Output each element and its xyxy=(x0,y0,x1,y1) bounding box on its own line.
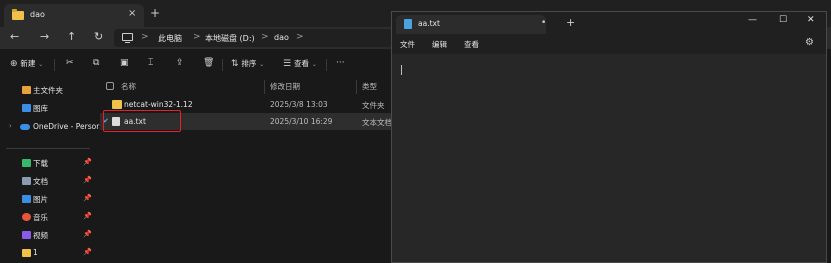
sidebar-item-folder-1[interactable]: 1 📌 xyxy=(0,245,92,261)
toolbar-divider xyxy=(54,59,55,71)
notepad-icon xyxy=(404,19,412,29)
folder-icon xyxy=(112,100,122,109)
gear-icon[interactable]: ⚙ xyxy=(805,37,814,48)
column-divider[interactable] xyxy=(356,80,357,94)
up-arrow-icon[interactable]: ↑ xyxy=(67,30,76,43)
download-icon xyxy=(22,159,31,167)
column-header-type[interactable]: 类型 xyxy=(362,81,377,92)
chevron-right-icon: > xyxy=(141,32,149,42)
sidebar-divider xyxy=(6,148,90,149)
file-type: 文件夹 xyxy=(362,101,385,110)
folder-icon xyxy=(12,9,24,20)
more-options-button[interactable]: ··· xyxy=(336,58,345,68)
text-cursor xyxy=(401,65,402,75)
file-type: 文本文档 xyxy=(362,118,392,127)
file-modified: 2025/3/8 13:03 xyxy=(270,100,328,109)
chevron-right-icon: > xyxy=(193,32,201,42)
menu-edit[interactable]: 编辑 xyxy=(432,39,447,50)
chevron-down-icon: ⌄ xyxy=(311,61,317,68)
gallery-icon xyxy=(22,104,31,112)
rename-icon[interactable]: ⌶ xyxy=(148,58,153,68)
notepad-title-bar: aa.txt • + — ☐ ✕ xyxy=(392,12,826,34)
minimize-button[interactable]: — xyxy=(748,15,757,25)
refresh-icon[interactable]: ↻ xyxy=(94,30,103,43)
notepad-tab-title: aa.txt xyxy=(418,19,440,28)
column-header-modified[interactable]: 修改日期 xyxy=(270,81,300,92)
annotation-highlight-box xyxy=(103,110,181,132)
file-list: 名称 修改日期 类型 netcat-win32-1.12 2025/3/8 13… xyxy=(100,78,400,263)
sidebar-item-documents[interactable]: 文档 📌 xyxy=(0,173,92,189)
sidebar-item-gallery[interactable]: 图库 xyxy=(0,100,92,116)
cut-icon[interactable]: ✂ xyxy=(66,58,74,68)
home-icon xyxy=(22,86,31,94)
column-divider[interactable] xyxy=(264,80,265,94)
music-icon xyxy=(22,213,31,221)
pin-icon[interactable]: 📌 xyxy=(83,248,92,256)
pin-icon[interactable]: 📌 xyxy=(83,212,92,220)
pin-icon[interactable]: 📌 xyxy=(83,176,92,184)
notepad-tab[interactable]: aa.txt • xyxy=(396,15,546,34)
unsaved-dot-icon[interactable]: • xyxy=(541,18,546,28)
explorer-tab-title: dao xyxy=(30,10,45,19)
sidebar-item-downloads[interactable]: 下载 📌 xyxy=(0,155,92,171)
cloud-icon xyxy=(20,124,30,130)
notepad-window: aa.txt • + — ☐ ✕ 文件 编辑 查看 ⚙ xyxy=(391,11,827,263)
file-modified: 2025/3/10 16:29 xyxy=(270,117,333,126)
computer-icon xyxy=(122,33,133,43)
menu-file[interactable]: 文件 xyxy=(400,39,415,50)
explorer-tab[interactable]: dao × xyxy=(4,4,144,27)
copy-icon[interactable]: ⧉ xyxy=(93,58,99,68)
chevron-right-icon: > xyxy=(296,32,304,42)
notepad-menu-bar: 文件 编辑 查看 ⚙ xyxy=(392,34,826,54)
column-header-name[interactable]: 名称 xyxy=(121,81,136,92)
address-bar[interactable]: > 此电脑 > 本地磁盘 (D:) > dao > xyxy=(114,29,392,47)
breadcrumb-local-disk[interactable]: 本地磁盘 (D:) xyxy=(205,33,255,44)
sidebar-item-home[interactable]: 主文件夹 xyxy=(0,82,92,98)
navigation-pane: 主文件夹 图库 › OneDrive - Persor 下载 📌 文档 📌 图片… xyxy=(0,78,99,263)
sidebar-item-music[interactable]: 音乐 📌 xyxy=(0,209,92,225)
sidebar-item-videos[interactable]: 视频 📌 xyxy=(0,227,92,243)
back-arrow-icon[interactable]: ← xyxy=(10,30,19,43)
breadcrumb-dao[interactable]: dao xyxy=(274,33,289,42)
video-icon xyxy=(22,231,31,239)
document-icon xyxy=(22,177,31,185)
toolbar-divider xyxy=(222,59,223,71)
select-all-checkbox[interactable] xyxy=(106,82,114,90)
toolbar-divider xyxy=(326,59,327,71)
chevron-down-icon: ⌄ xyxy=(38,61,44,68)
new-button[interactable]: ⊕ 新建 ⌄ xyxy=(10,58,43,69)
chevron-right-icon: > xyxy=(261,32,269,42)
view-icon: ☰ xyxy=(283,59,292,69)
new-tab-button[interactable]: + xyxy=(150,6,160,20)
sort-button[interactable]: ⇅ 排序 ⌄ xyxy=(231,58,264,69)
close-tab-button[interactable]: × xyxy=(128,8,136,19)
pin-icon[interactable]: 📌 xyxy=(83,158,92,166)
menu-view[interactable]: 查看 xyxy=(464,39,479,50)
sort-icon: ⇅ xyxy=(231,59,239,69)
share-icon[interactable]: ⇪ xyxy=(176,58,184,68)
plus-circle-icon: ⊕ xyxy=(10,59,18,69)
breadcrumb-this-pc[interactable]: 此电脑 xyxy=(158,33,182,44)
delete-icon[interactable]: 🗑 xyxy=(203,58,214,68)
sidebar-item-onedrive[interactable]: › OneDrive - Persor xyxy=(0,119,99,135)
folder-icon xyxy=(22,249,31,257)
sidebar-item-pictures[interactable]: 图片 📌 xyxy=(0,191,92,207)
pin-icon[interactable]: 📌 xyxy=(83,230,92,238)
new-tab-button[interactable]: + xyxy=(566,16,575,29)
forward-arrow-icon[interactable]: → xyxy=(40,30,49,43)
chevron-right-icon[interactable]: › xyxy=(9,122,12,130)
view-button[interactable]: ☰ 查看 ⌄ xyxy=(283,58,317,69)
paste-icon[interactable]: ▣ xyxy=(120,58,129,68)
pin-icon[interactable]: 📌 xyxy=(83,194,92,202)
maximize-button[interactable]: ☐ xyxy=(779,15,787,25)
chevron-down-icon: ⌄ xyxy=(259,61,265,68)
notepad-text-area[interactable] xyxy=(392,54,826,262)
pictures-icon xyxy=(22,195,31,203)
file-name: netcat-win32-1.12 xyxy=(124,100,193,109)
close-button[interactable]: ✕ xyxy=(807,15,815,25)
